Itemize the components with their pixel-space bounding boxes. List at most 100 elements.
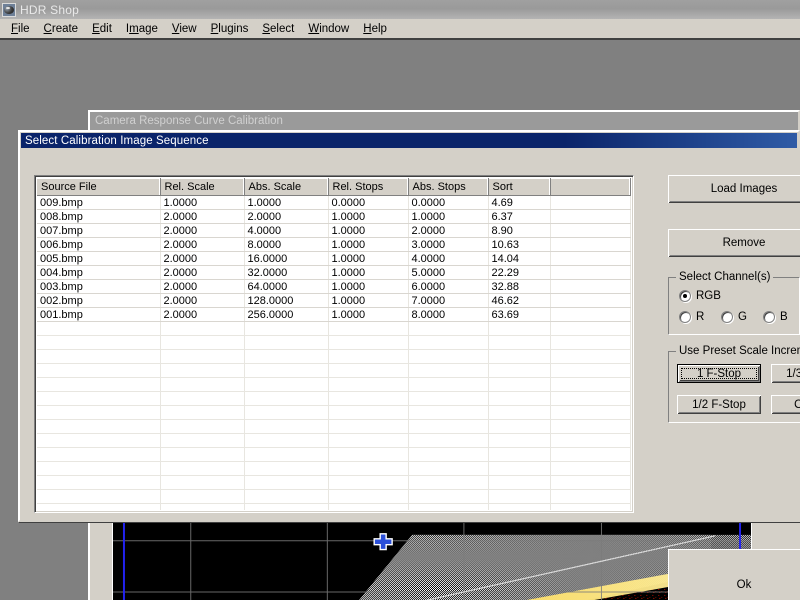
- table-cell-empty: [550, 321, 631, 336]
- table-cell-empty: [328, 391, 409, 406]
- radio-r-indicator[interactable]: [679, 311, 691, 323]
- table-header-sort[interactable]: Sort: [488, 178, 551, 196]
- table-header-abs-stops[interactable]: Abs. Stops: [408, 178, 489, 196]
- button-13-fstop[interactable]: 1/3 F-Stop: [771, 364, 800, 383]
- remove-button[interactable]: Remove: [668, 229, 800, 257]
- image-sequence-list[interactable]: Source File Rel. Scale Abs. Scale Rel. Stop…: [34, 175, 634, 513]
- table-cell-empty: [550, 335, 631, 350]
- table-row-empty[interactable]: [37, 447, 631, 462]
- table-cell-empty: [160, 503, 245, 510]
- button-other[interactable]: Other...: [771, 395, 800, 414]
- select-calibration-dialog[interactable]: Select Calibration Image Sequence Source…: [18, 130, 800, 600]
- menu-item-plugins[interactable]: Plugins: [204, 21, 256, 37]
- button-1-fstop[interactable]: 1 F-Stop: [677, 364, 761, 383]
- menu-item-edit[interactable]: Edit: [85, 21, 119, 37]
- menu-item-select[interactable]: Select: [255, 21, 301, 37]
- table-row-empty[interactable]: [37, 433, 631, 448]
- app-sphere-icon[interactable]: [2, 2, 16, 17]
- table-cell-empty: [488, 321, 551, 336]
- button-12-fstop-label: 1/2 F-Stop: [692, 398, 746, 411]
- menu-item-file[interactable]: File: [4, 21, 37, 37]
- table-row[interactable]: 009.bmp 1.0000 1.0000 0.0000 0.0000 4.69: [37, 195, 631, 210]
- table-row[interactable]: 004.bmp 2.0000 32.0000 1.0000 5.0000 22.29: [37, 265, 631, 280]
- table-cell-empty: [244, 349, 329, 364]
- table-header-source-file[interactable]: Source File: [37, 178, 161, 196]
- image-sequence-table: Source File Rel. Scale Abs. Scale Rel. Stop…: [37, 178, 631, 510]
- table-cell-empty: [37, 489, 161, 504]
- table-cell-empty: [488, 433, 551, 448]
- table-row-empty[interactable]: [37, 391, 631, 406]
- table-cell-empty: [37, 405, 161, 420]
- menu-item-view[interactable]: View: [165, 21, 204, 37]
- table-cell-empty: [328, 377, 409, 392]
- table-cell-empty: [244, 433, 329, 448]
- table-cell-empty: [244, 503, 329, 510]
- table-cell-empty: [160, 363, 245, 378]
- radio-r[interactable]: R: [679, 311, 704, 323]
- radio-g-indicator[interactable]: [721, 311, 733, 323]
- table-cell: 128.0000: [244, 293, 329, 308]
- radio-rgb-indicator[interactable]: [679, 290, 691, 302]
- load-images-button[interactable]: Load Images: [668, 175, 800, 203]
- table-cell-empty: [37, 503, 161, 510]
- response-curve-plot[interactable]: [112, 522, 752, 600]
- table-cell: [550, 209, 631, 224]
- table-row[interactable]: 008.bmp 2.0000 2.0000 1.0000 1.0000 6.37: [37, 209, 631, 224]
- table-cell: 2.0000: [160, 307, 245, 322]
- table-cell: [550, 265, 631, 280]
- table-row-empty[interactable]: [37, 503, 631, 510]
- table-row[interactable]: 007.bmp 2.0000 4.0000 1.0000 2.0000 8.90: [37, 223, 631, 238]
- table-row-empty[interactable]: [37, 475, 631, 490]
- table-cell: 2.0000: [160, 223, 245, 238]
- table-cell-empty: [160, 419, 245, 434]
- table-header-abs-scale[interactable]: Abs. Scale: [244, 178, 329, 196]
- table-row-empty[interactable]: [37, 363, 631, 378]
- menu-item-help[interactable]: Help: [356, 21, 394, 37]
- table-cell: 2.0000: [160, 209, 245, 224]
- table-cell-empty: [550, 419, 631, 434]
- dialog-body: Source File Rel. Scale Abs. Scale Rel. Stop…: [20, 149, 800, 600]
- radio-b[interactable]: B: [763, 311, 788, 323]
- table-cell: 005.bmp: [37, 251, 161, 266]
- table-row-empty[interactable]: [37, 405, 631, 420]
- table-row[interactable]: 006.bmp 2.0000 8.0000 1.0000 3.0000 10.63: [37, 237, 631, 252]
- table-row[interactable]: 005.bmp 2.0000 16.0000 1.0000 4.0000 14.04: [37, 251, 631, 266]
- table-cell-empty: [408, 391, 489, 406]
- table-cell-empty: [160, 433, 245, 448]
- table-row-empty[interactable]: [37, 461, 631, 476]
- menu-item-image[interactable]: Image: [119, 21, 165, 37]
- table-row-empty[interactable]: [37, 321, 631, 336]
- radio-r-label: R: [696, 311, 705, 323]
- table-row-empty[interactable]: [37, 419, 631, 434]
- table-cell: 2.0000: [160, 279, 245, 294]
- button-12-fstop[interactable]: 1/2 F-Stop: [677, 395, 761, 414]
- table-row-empty[interactable]: [37, 489, 631, 504]
- radio-b-label: B: [780, 311, 788, 323]
- menu-item-create[interactable]: Create: [37, 21, 86, 37]
- table-row-empty[interactable]: [37, 377, 631, 392]
- table-header-blank[interactable]: [550, 178, 631, 196]
- radio-g[interactable]: G: [721, 311, 747, 323]
- table-cell-empty: [488, 489, 551, 504]
- table-cell: 2.0000: [160, 265, 245, 280]
- table-row-empty[interactable]: [37, 335, 631, 350]
- menubar: File Create Edit Image View Plugins Sele…: [0, 19, 800, 38]
- table-cell-empty: [160, 349, 245, 364]
- table-cell: 64.0000: [244, 279, 329, 294]
- table-row[interactable]: 003.bmp 2.0000 64.0000 1.0000 6.0000 32.88: [37, 279, 631, 294]
- table-header-rel-stops[interactable]: Rel. Stops: [328, 178, 409, 196]
- table-cell-empty: [488, 461, 551, 476]
- table-cell: 14.04: [488, 251, 551, 266]
- table-row[interactable]: 001.bmp 2.0000 256.0000 1.0000 8.0000 63.69: [37, 307, 631, 322]
- table-row-empty[interactable]: [37, 349, 631, 364]
- table-cell: 2.0000: [408, 223, 489, 238]
- table-cell: [550, 279, 631, 294]
- dialog-titlebar[interactable]: Select Calibration Image Sequence: [21, 133, 797, 148]
- menu-item-window[interactable]: Window: [301, 21, 356, 37]
- ok-button[interactable]: Ok: [668, 549, 800, 600]
- table-cell: 4.0000: [408, 251, 489, 266]
- radio-b-indicator[interactable]: [763, 311, 775, 323]
- table-header-rel-scale[interactable]: Rel. Scale: [160, 178, 245, 196]
- radio-rgb[interactable]: RGB: [679, 290, 721, 302]
- table-row[interactable]: 002.bmp 2.0000 128.0000 1.0000 7.0000 46.62: [37, 293, 631, 308]
